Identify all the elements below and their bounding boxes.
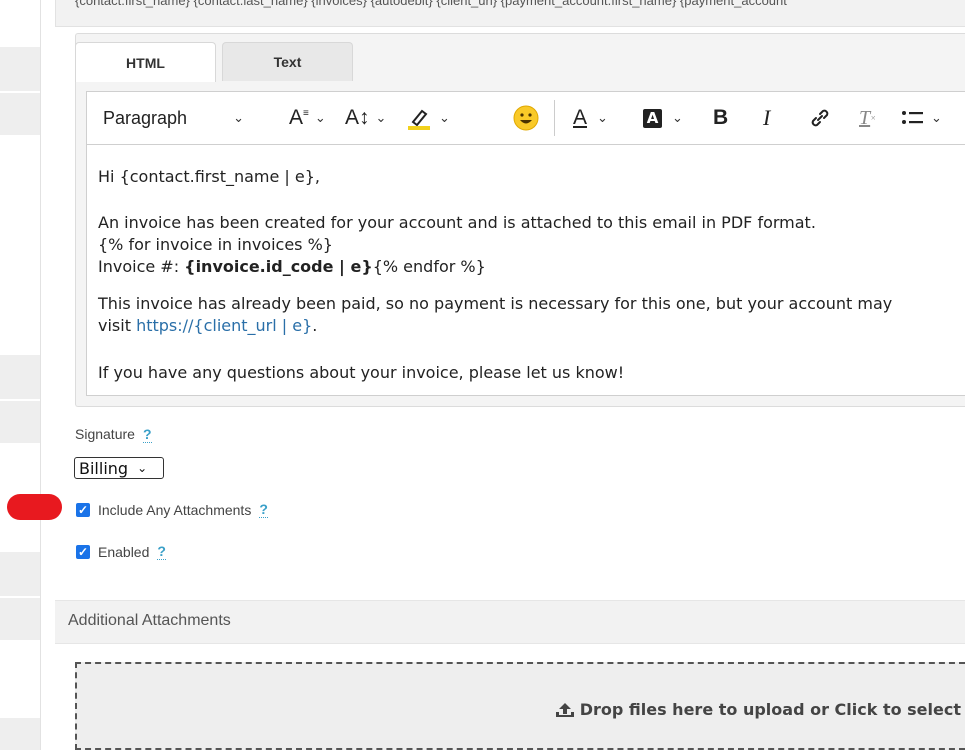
clear-format-icon: T [859, 106, 871, 129]
visit-prefix: visit [98, 316, 137, 335]
text-color-icon: A [573, 106, 588, 129]
background-color-button[interactable]: A ⌄ [643, 92, 683, 144]
sidebar-band [0, 598, 40, 640]
include-attachments-checkbox[interactable]: ✓ [76, 502, 90, 517]
list-button[interactable]: ⌄ [901, 92, 942, 144]
include-attachments-label: Include Any Attachments [98, 501, 252, 518]
link-button[interactable] [809, 92, 831, 144]
additional-attachments-title: Additional Attachments [68, 612, 231, 629]
sidebar-band [0, 718, 40, 750]
chevron-down-icon: ⌄ [597, 110, 608, 126]
enabled-row: ✓ Enabled ? [76, 543, 166, 560]
signature-label: Signature [75, 426, 135, 442]
help-icon[interactable]: ? [157, 543, 166, 560]
highlighter-icon [408, 109, 430, 130]
red-marker [7, 494, 62, 520]
help-icon[interactable]: ? [259, 501, 268, 518]
sidebar-band [0, 401, 40, 443]
paragraph-line: An invoice has been created for your acc… [98, 213, 816, 232]
help-icon[interactable]: ? [142, 426, 152, 443]
editor-content[interactable]: Hi {contact.first_name | e}, An invoice … [86, 144, 965, 396]
bold-label: B [713, 106, 729, 129]
emoji-button[interactable] [513, 92, 539, 144]
signature-select[interactable]: Billing ⌄ [74, 457, 164, 479]
bulleted-list-icon [902, 111, 923, 124]
upload-icon [555, 702, 574, 717]
link-icon [811, 109, 829, 127]
visit-line: visit https://{client_url | e}. [98, 316, 317, 335]
sidebar-band [0, 47, 40, 91]
chevron-down-icon: ⌄ [931, 110, 942, 126]
toolbar-separator [554, 100, 555, 136]
clear-formatting-button[interactable]: T × [859, 92, 876, 144]
invoice-prefix: Invoice #: [98, 257, 185, 276]
block-format-select[interactable]: Paragraph ⌄ [103, 92, 244, 144]
highlight-button[interactable]: ⌄ [405, 92, 450, 144]
emoji-icon [513, 105, 539, 131]
additional-attachments-header: Additional Attachments [55, 600, 965, 644]
left-sidebar-strip [0, 0, 40, 750]
font-family-icon: A≡ [289, 106, 309, 129]
client-url-link[interactable]: https://{client_url | e} [136, 316, 312, 335]
chevron-down-icon: ⌄ [375, 110, 387, 126]
drop-text-row: Drop files here to upload or Click to se… [555, 700, 961, 719]
bold-button[interactable]: B [713, 92, 728, 144]
sidebar-band [0, 552, 40, 596]
editor-toolbar: Paragraph ⌄ A≡ ⌄ A↕ ⌄ ⌄ A ⌄ A ⌄ B I T × … [86, 91, 965, 144]
font-size-button[interactable]: A↕ ⌄ [345, 92, 386, 144]
italic-label: I [763, 105, 771, 130]
visit-suffix: . [312, 316, 318, 335]
invoice-suffix: {% endfor %} [372, 257, 486, 276]
paragraph-line: {% for invoice in invoices %} [98, 235, 333, 254]
font-family-button[interactable]: A≡ ⌄ [289, 92, 326, 144]
chevron-down-icon: ⌄ [439, 110, 450, 126]
invoice-code: {invoice.id_code | e} [184, 257, 373, 276]
drop-text: Drop files here to upload or Click to se… [579, 700, 961, 719]
chevron-down-icon: ⌄ [672, 110, 683, 126]
italic-button[interactable]: I [763, 92, 770, 144]
tab-html[interactable]: HTML [75, 42, 216, 82]
include-attachments-row: ✓ Include Any Attachments ? [76, 501, 268, 518]
font-size-icon: A↕ [345, 106, 370, 129]
paragraph-line: If you have any questions about your inv… [98, 363, 625, 382]
chevron-down-icon: ⌄ [233, 110, 244, 125]
background-color-icon: A [643, 108, 662, 128]
chevron-down-icon: ⌄ [314, 110, 326, 126]
template-variables: {contact.first_name} {contact.last_name}… [75, 0, 787, 8]
sidebar-band [0, 93, 40, 135]
signature-label-row: Signature? [75, 426, 152, 443]
divider [40, 0, 41, 750]
chevron-down-icon: ⌄ [137, 461, 148, 475]
text-color-button[interactable]: A ⌄ [573, 92, 608, 144]
paragraph-line: This invoice has already been paid, so n… [98, 294, 893, 313]
signature-selected: Billing [79, 458, 129, 478]
invoice-line: Invoice #: {invoice.id_code | e}{% endfo… [98, 257, 486, 276]
enabled-label: Enabled [98, 543, 150, 560]
tab-text[interactable]: Text [222, 42, 353, 81]
greeting-line: Hi {contact.first_name | e}, [98, 167, 321, 186]
enabled-checkbox[interactable]: ✓ [76, 544, 90, 559]
sidebar-band [0, 355, 40, 399]
block-format-label: Paragraph [103, 107, 188, 128]
file-dropzone[interactable]: Drop files here to upload or Click to se… [75, 662, 965, 750]
